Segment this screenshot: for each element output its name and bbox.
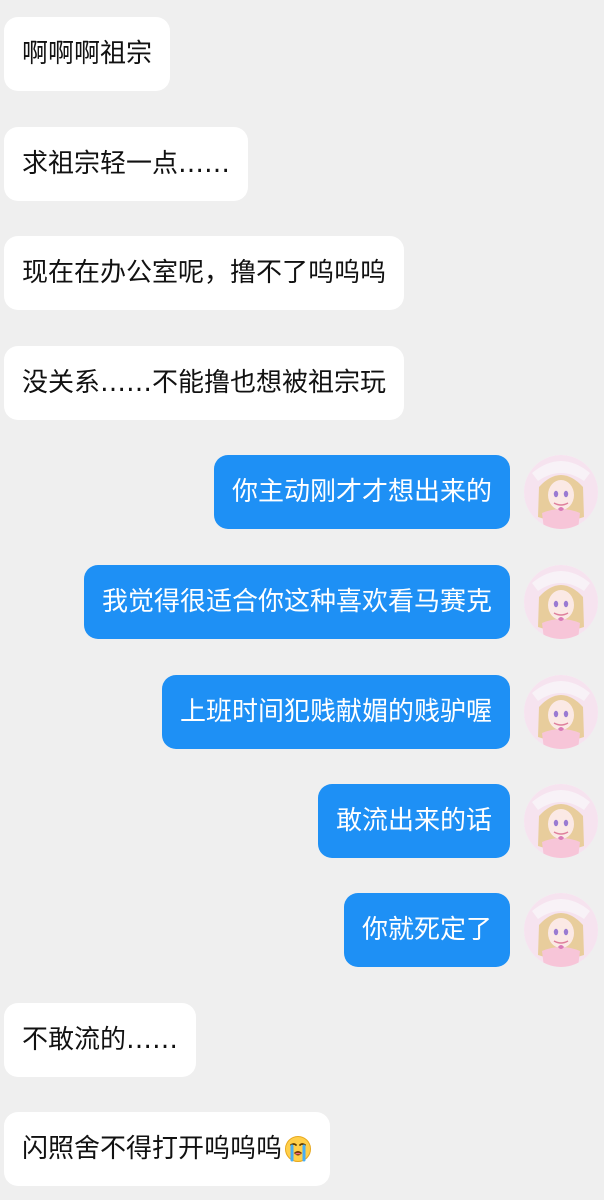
message-row: 现在在办公室呢，撸不了呜呜呜 bbox=[0, 236, 604, 310]
anime-avatar-icon bbox=[524, 675, 598, 749]
message-row: 求祖宗轻一点…… bbox=[0, 127, 604, 201]
message-row: 不敢流的…… bbox=[0, 1003, 604, 1077]
outgoing-message-bubble[interactable]: 你就死定了 bbox=[343, 893, 510, 967]
message-row: 你就死定了 bbox=[0, 893, 604, 967]
message-row: 闪照舍不得打开呜呜呜 bbox=[0, 1112, 604, 1186]
message-text: 现在在办公室呢，撸不了呜呜呜 bbox=[22, 258, 387, 288]
message-text: 求祖宗轻一点…… bbox=[22, 149, 231, 179]
incoming-message-bubble[interactable]: 啊啊啊祖宗 bbox=[4, 17, 171, 91]
outgoing-message-bubble[interactable]: 上班时间犯贱献媚的贱驴喔 bbox=[161, 675, 510, 749]
anime-avatar-icon bbox=[524, 565, 598, 639]
avatar[interactable] bbox=[524, 675, 598, 749]
message-text: 啊啊啊祖宗 bbox=[22, 39, 153, 69]
outgoing-message-bubble[interactable]: 我觉得很适合你这种喜欢看马赛克 bbox=[83, 565, 510, 639]
incoming-message-bubble[interactable]: 不敢流的…… bbox=[4, 1003, 197, 1077]
incoming-message-bubble[interactable]: 没关系……不能撸也想被祖宗玩 bbox=[4, 346, 405, 420]
incoming-message-bubble[interactable]: 求祖宗轻一点…… bbox=[4, 127, 249, 201]
message-text: 敢流出来的话 bbox=[335, 806, 492, 836]
anime-avatar-icon bbox=[524, 784, 598, 858]
message-row: 上班时间犯贱献媚的贱驴喔 bbox=[0, 675, 604, 749]
incoming-message-bubble[interactable]: 现在在办公室呢，撸不了呜呜呜 bbox=[4, 236, 405, 310]
message-row: 我觉得很适合你这种喜欢看马赛克 bbox=[0, 565, 604, 639]
message-row: 没关系……不能撸也想被祖宗玩 bbox=[0, 346, 604, 420]
avatar[interactable] bbox=[524, 784, 598, 858]
chat-thread: 啊啊啊祖宗 求祖宗轻一点…… 现在在办公室呢，撸不了呜呜呜 没关系……不能撸也想… bbox=[0, 0, 604, 1200]
message-row: 啊啊啊祖宗 bbox=[0, 17, 604, 91]
outgoing-message-bubble[interactable]: 你主动刚才才想出来的 bbox=[213, 455, 510, 529]
message-text: 闪照舍不得打开呜呜呜 bbox=[22, 1134, 283, 1164]
loudly-crying-face-icon bbox=[284, 1135, 312, 1163]
message-text: 不敢流的…… bbox=[22, 1025, 179, 1055]
anime-avatar-icon bbox=[524, 455, 598, 529]
outgoing-message-bubble[interactable]: 敢流出来的话 bbox=[317, 784, 510, 858]
anime-avatar-icon bbox=[524, 893, 598, 967]
message-text: 没关系……不能撸也想被祖宗玩 bbox=[22, 368, 387, 398]
avatar[interactable] bbox=[524, 565, 598, 639]
message-row: 敢流出来的话 bbox=[0, 784, 604, 858]
message-text: 上班时间犯贱献媚的贱驴喔 bbox=[179, 697, 492, 727]
message-text: 你就死定了 bbox=[361, 915, 492, 945]
message-text: 你主动刚才才想出来的 bbox=[231, 477, 492, 507]
incoming-message-bubble[interactable]: 闪照舍不得打开呜呜呜 bbox=[4, 1112, 331, 1186]
message-row: 你主动刚才才想出来的 bbox=[0, 455, 604, 529]
avatar[interactable] bbox=[524, 893, 598, 967]
message-text: 我觉得很适合你这种喜欢看马赛克 bbox=[101, 587, 492, 617]
avatar[interactable] bbox=[524, 455, 598, 529]
